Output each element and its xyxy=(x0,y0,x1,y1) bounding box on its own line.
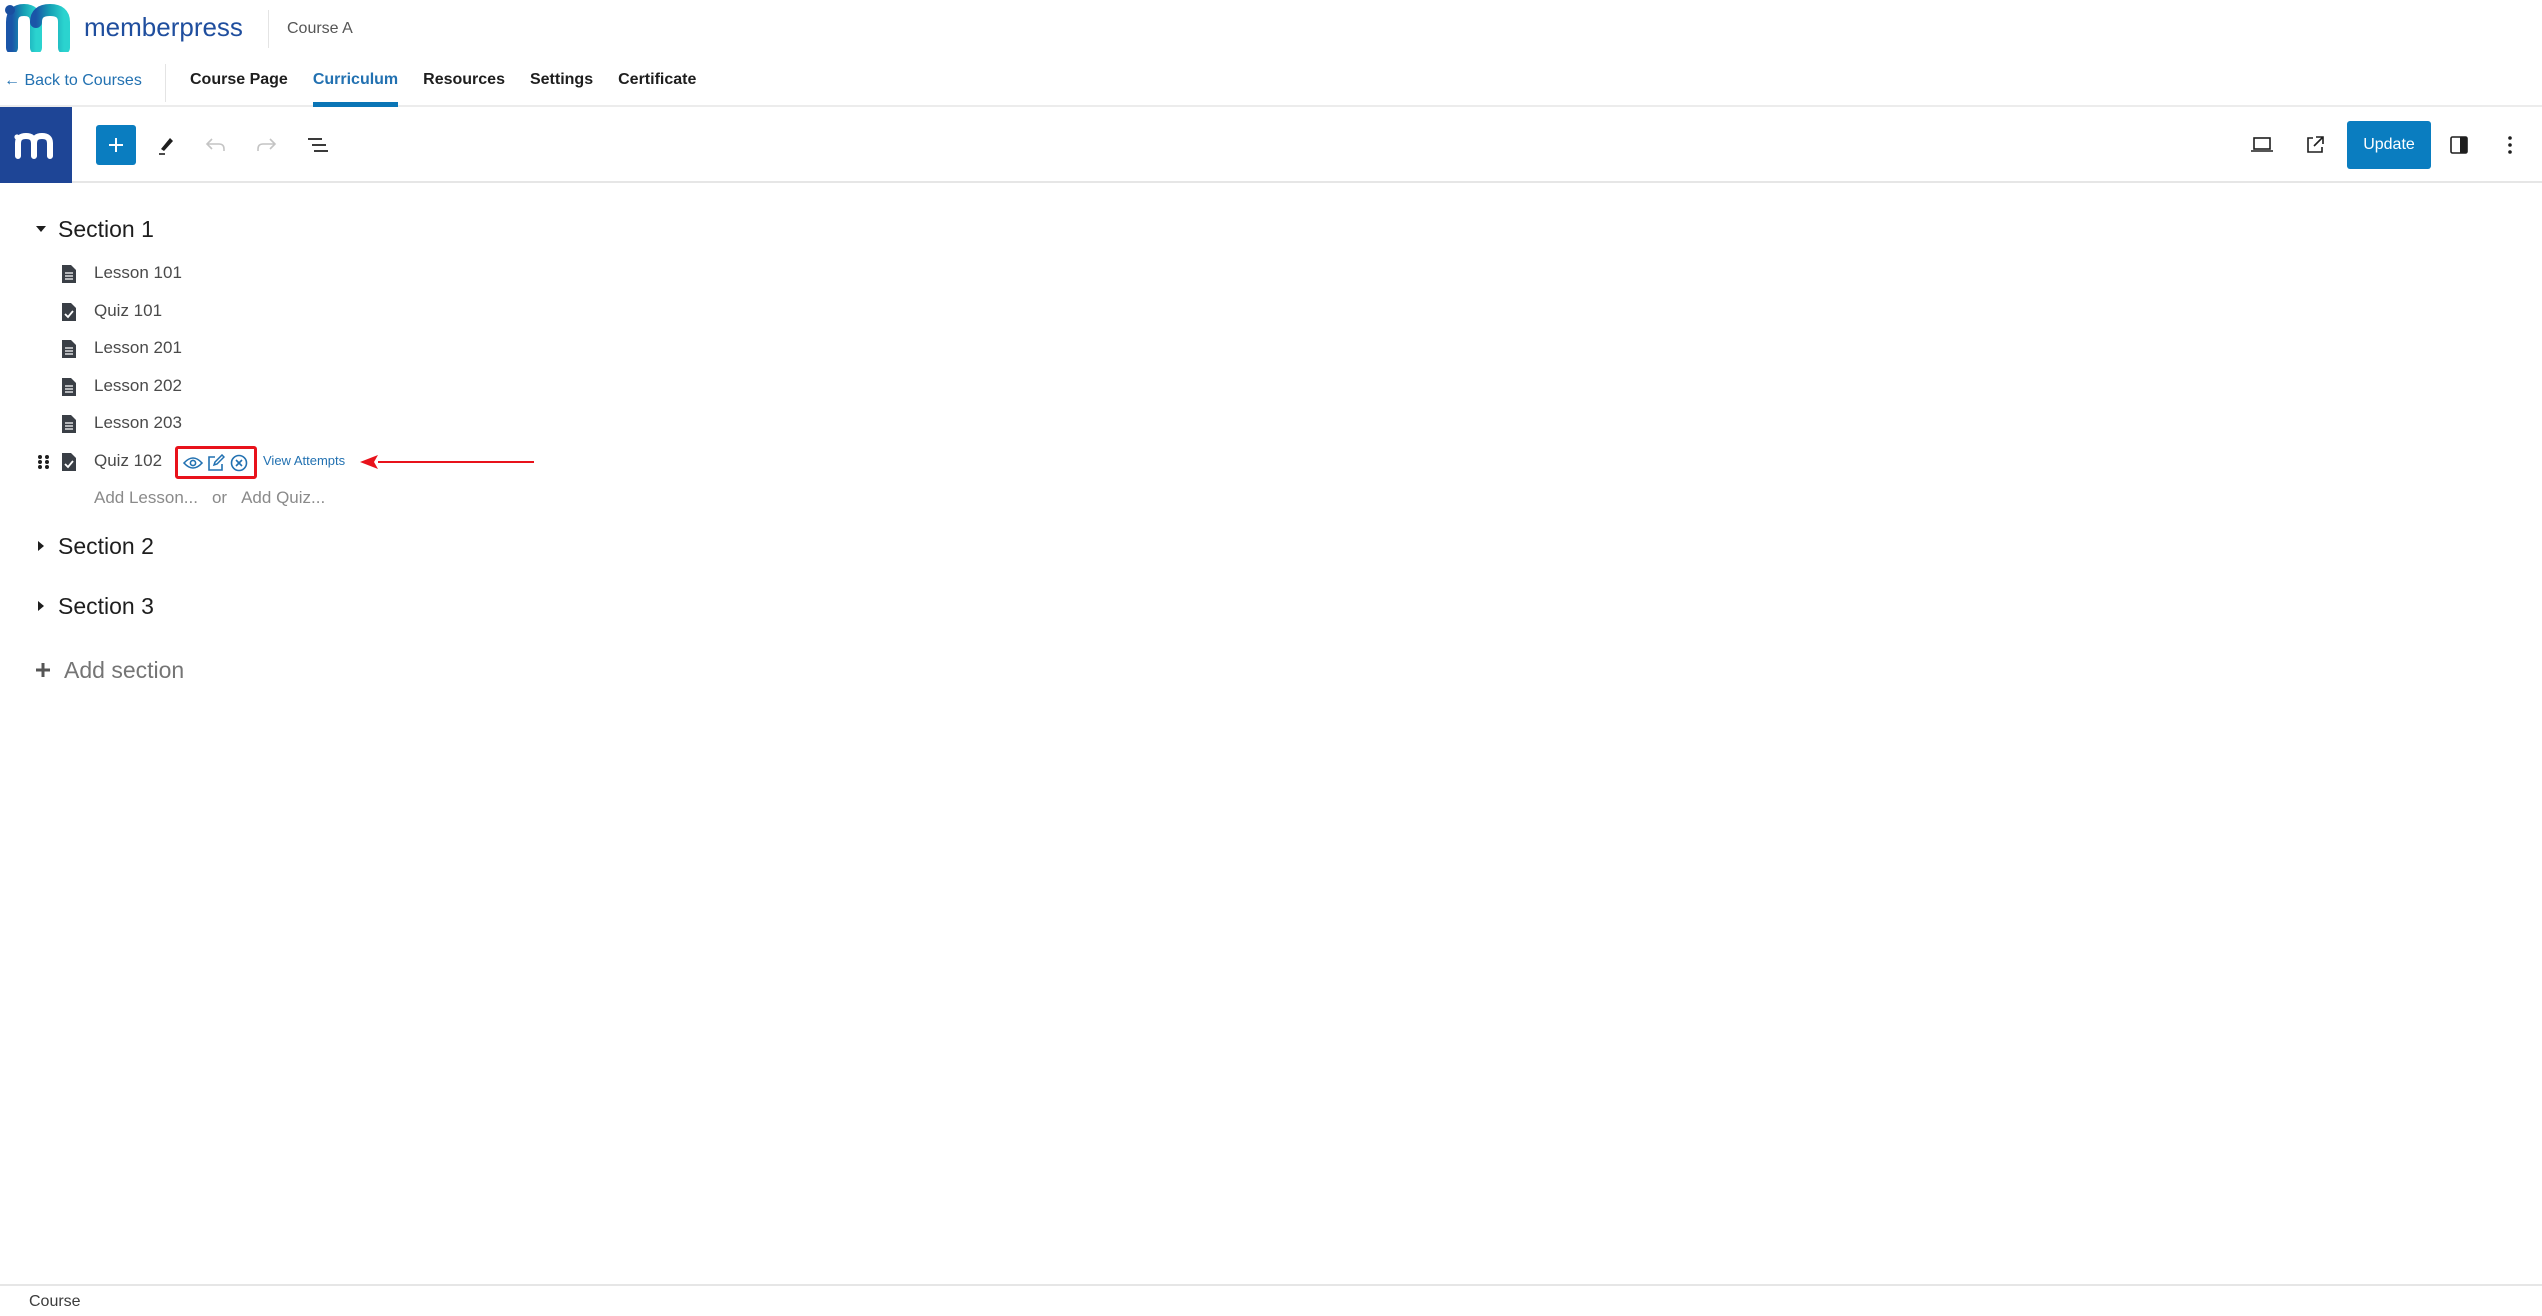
caret-right-icon[interactable] xyxy=(34,599,48,613)
remove-circle-icon xyxy=(230,454,247,471)
tab-certificate[interactable]: Certificate xyxy=(618,60,696,107)
site-home-button[interactable] xyxy=(0,107,72,183)
section-title[interactable]: Section 1 xyxy=(58,216,154,243)
section-title[interactable]: Section 3 xyxy=(58,593,154,620)
eye-icon xyxy=(183,456,204,469)
undo-icon xyxy=(205,138,225,151)
redo-icon xyxy=(257,138,277,151)
list-view-icon xyxy=(308,138,328,152)
plus-icon xyxy=(36,663,50,677)
header-divider xyxy=(268,10,269,48)
add-block-button[interactable] xyxy=(96,125,136,165)
add-section-label: Add section xyxy=(64,656,185,683)
pen-icon xyxy=(159,138,173,155)
quiz-document-icon xyxy=(62,303,76,321)
preview-item-button[interactable] xyxy=(183,453,204,473)
add-section-button[interactable]: Add section xyxy=(34,655,184,685)
item-title[interactable]: Lesson 101 xyxy=(94,263,182,283)
document-icon xyxy=(62,378,76,396)
tab-resources[interactable]: Resources xyxy=(423,60,505,107)
more-vertical-icon xyxy=(2508,136,2512,154)
tab-settings[interactable]: Settings xyxy=(530,60,593,107)
caret-right-icon[interactable] xyxy=(34,539,48,553)
tools-button[interactable] xyxy=(146,125,186,165)
top-header: memberpress Course A ← Back to Courses C… xyxy=(0,0,2542,107)
options-menu-button[interactable] xyxy=(2490,125,2530,165)
view-post-button[interactable] xyxy=(2295,125,2335,165)
section-title[interactable]: Section 2 xyxy=(58,533,154,560)
preview-button[interactable] xyxy=(2242,125,2282,165)
tab-curriculum[interactable]: Curriculum xyxy=(312,60,399,107)
tab-course-page[interactable]: Course Page xyxy=(190,60,288,107)
settings-sidebar-toggle[interactable] xyxy=(2439,125,2479,165)
section-header[interactable]: Section 3 xyxy=(34,591,154,621)
item-actions-highlight xyxy=(175,446,257,479)
add-lesson-link[interactable]: Add Lesson... xyxy=(94,488,198,508)
or-label: or xyxy=(211,488,228,507)
item-title[interactable]: Lesson 203 xyxy=(94,413,182,433)
edit-item-button[interactable] xyxy=(206,453,226,473)
quiz-document-icon xyxy=(62,453,76,471)
caret-down-icon[interactable] xyxy=(34,222,48,236)
back-to-courses-link[interactable]: ← Back to Courses xyxy=(4,72,142,90)
laptop-preview-icon xyxy=(2251,137,2273,152)
item-title[interactable]: Quiz 101 xyxy=(94,301,162,321)
nav-divider xyxy=(165,64,166,102)
redo-button[interactable] xyxy=(246,125,286,165)
update-button[interactable]: Update xyxy=(2347,121,2431,169)
memberpress-logo-icon xyxy=(5,4,70,52)
site-m-icon xyxy=(14,132,53,159)
course-title: Course A xyxy=(287,20,353,37)
drag-handle-icon[interactable] xyxy=(36,453,52,471)
footer-breadcrumb-bar: Course xyxy=(0,1284,2542,1316)
edit-icon xyxy=(208,453,225,471)
plus-icon xyxy=(109,138,123,152)
course-tabs: Course Page Curriculum Resources Setting… xyxy=(190,60,721,107)
red-arrow-annotation xyxy=(360,455,534,469)
item-title[interactable]: Lesson 201 xyxy=(94,338,182,358)
breadcrumb-course[interactable]: Course xyxy=(29,1293,81,1311)
add-quiz-link[interactable]: Add Quiz... xyxy=(241,488,325,508)
undo-button[interactable] xyxy=(196,125,236,165)
editor-toolbar: Update xyxy=(0,107,2542,183)
brand-name: memberpress xyxy=(84,12,243,42)
sidebar-toggle-icon xyxy=(2450,136,2468,154)
item-title[interactable]: Quiz 102 xyxy=(94,451,162,471)
document-icon xyxy=(62,340,76,358)
remove-item-button[interactable] xyxy=(229,453,249,473)
document-overview-button[interactable] xyxy=(298,125,338,165)
item-title[interactable]: Lesson 202 xyxy=(94,376,182,396)
external-link-icon xyxy=(2307,136,2324,153)
section-header[interactable]: Section 2 xyxy=(34,531,154,561)
document-icon xyxy=(62,265,76,283)
document-icon xyxy=(62,415,76,433)
add-item-row: Add Lesson... or Add Quiz... xyxy=(94,488,325,508)
view-attempts-link[interactable]: View Attempts xyxy=(263,453,345,468)
section-header[interactable]: Section 1 xyxy=(34,214,154,244)
